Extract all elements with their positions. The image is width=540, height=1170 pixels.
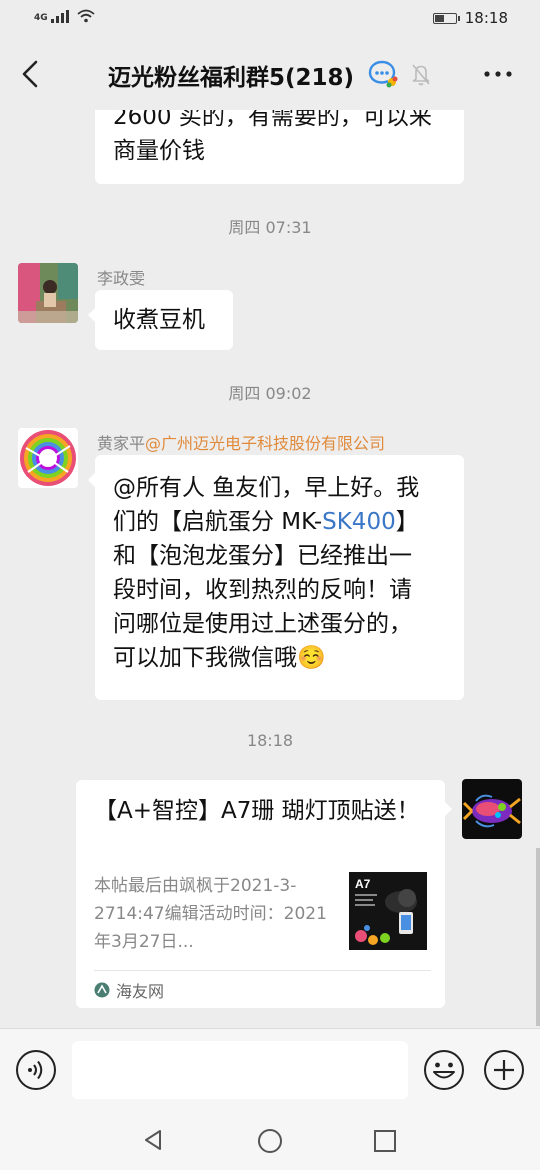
chat-header: 迈光粉丝福利群5(218) bbox=[0, 38, 540, 110]
sender-name: 李政雯 bbox=[97, 269, 146, 288]
message-text-part: 】 bbox=[395, 509, 419, 535]
card-source-name: 海友网 bbox=[116, 982, 165, 1001]
timestamp: 周四 07:31 bbox=[228, 218, 312, 237]
timestamp: 周四 09:02 bbox=[228, 384, 312, 403]
message-text: @所有人 鱼友们，早上好。我 bbox=[113, 475, 420, 501]
message-text: 2600 买的，有需要的，可以来 bbox=[113, 110, 432, 130]
group-chat-icon bbox=[368, 60, 398, 88]
battery-icon bbox=[432, 12, 460, 24]
nav-recent-icon[interactable] bbox=[373, 1129, 397, 1153]
nav-home-icon[interactable] bbox=[257, 1128, 283, 1154]
bell-off-icon bbox=[412, 64, 430, 86]
message-input[interactable] bbox=[72, 1041, 408, 1099]
sender-name-text: 黄家平 bbox=[97, 434, 146, 453]
plus-icon[interactable] bbox=[483, 1049, 525, 1091]
input-bar bbox=[0, 1028, 540, 1111]
message-bubble[interactable]: @所有人 鱼友们，早上好。我 们的【启航蛋分 MK-SK400】 和【泡泡龙蛋分… bbox=[88, 455, 464, 700]
sender-org: @广州迈光电子科技股份有限公司 bbox=[145, 434, 386, 453]
signal-indicator: 4G bbox=[34, 9, 95, 23]
nav-back-icon[interactable] bbox=[141, 1128, 165, 1152]
chat-title: 迈光粉丝福利群5(218) bbox=[108, 65, 355, 91]
card-thumbnail: A7 bbox=[349, 872, 427, 950]
message-text: 们的【启航蛋分 MK-SK400】 bbox=[113, 505, 446, 539]
emoji-icon[interactable] bbox=[423, 1049, 465, 1091]
sender-name: 黄家平@广州迈光电子科技股份有限公司 bbox=[97, 430, 385, 454]
status-time: 18:18 bbox=[464, 9, 508, 27]
avatar[interactable] bbox=[18, 428, 78, 488]
card-description: 本帖最后由飒枫于2021-3-2714:47编辑活动时间：2021年3月27日.… bbox=[94, 876, 327, 952]
avatar[interactable] bbox=[462, 779, 522, 839]
message-text-part: 们的【启航蛋分 MK- bbox=[113, 509, 323, 535]
network-type: 4G bbox=[34, 13, 48, 23]
chevron-left-icon[interactable] bbox=[16, 58, 44, 90]
signal-icon bbox=[50, 9, 69, 23]
status-bar: 4G 18:18 bbox=[0, 0, 540, 38]
message-text: 收煮豆机 bbox=[113, 307, 205, 333]
scrollbar[interactable] bbox=[536, 848, 540, 1026]
message-text: 商量价钱 bbox=[113, 138, 205, 164]
more-icon[interactable] bbox=[482, 62, 514, 86]
message-text: 可以加下我微信哦☺️ bbox=[113, 645, 326, 671]
message-bubble[interactable]: 2600 买的，有需要的，可以来 商量价钱 bbox=[95, 110, 464, 184]
timestamp: 18:18 bbox=[246, 731, 294, 750]
card-title: 【A+智控】A7珊 瑚灯顶贴送！ bbox=[94, 798, 420, 824]
card-source: 海友网 bbox=[94, 978, 164, 1002]
message-text: 段时间，收到热烈的反响！请 bbox=[113, 577, 412, 603]
system-nav-bar bbox=[0, 1110, 540, 1170]
divider bbox=[94, 970, 431, 971]
message-list[interactable]: 2600 买的，有需要的，可以来 商量价钱 周四 07:31 李政雯 收煮豆机 … bbox=[0, 110, 540, 1028]
product-link[interactable]: SK400 bbox=[322, 509, 396, 535]
source-logo-icon bbox=[94, 982, 110, 998]
wifi-icon bbox=[77, 9, 95, 23]
message-text: 和【泡泡龙蛋分】已经推出一 bbox=[113, 543, 412, 569]
message-text: 问哪位是使用过上述蛋分的， bbox=[113, 611, 412, 637]
voice-icon[interactable] bbox=[15, 1049, 57, 1091]
link-card[interactable]: 【A+智控】A7珊 瑚灯顶贴送！ 本帖最后由飒枫于2021-3-2714:47编… bbox=[76, 780, 452, 1008]
avatar[interactable] bbox=[18, 263, 78, 323]
card-thumb-label: A7 bbox=[355, 877, 371, 891]
message-bubble[interactable]: 收煮豆机 bbox=[88, 290, 233, 350]
